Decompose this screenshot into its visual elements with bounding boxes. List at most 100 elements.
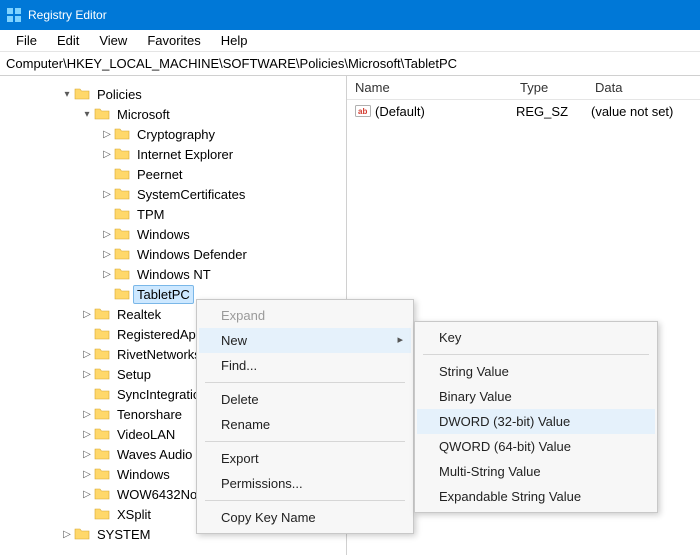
tree-item[interactable]: ▷Windows Defender [0,244,346,264]
folder-icon [114,126,130,142]
ctx-new-key[interactable]: Key [417,325,655,350]
tree-label: VideoLAN [114,426,178,443]
tree-label: XSplit [114,506,154,523]
folder-icon [74,526,90,542]
folder-icon [94,306,110,322]
twisty-icon[interactable]: ▷ [100,229,114,240]
twisty-icon[interactable]: ▷ [100,249,114,260]
folder-icon [114,246,130,262]
tree-item[interactable]: ▷ TPM [0,204,346,224]
menubar: File Edit View Favorites Help [0,30,700,52]
folder-icon [74,86,90,102]
tree-item[interactable]: ▷Peernet [0,164,346,184]
tree-item[interactable]: ▾Microsoft [0,104,346,124]
menu-file[interactable]: File [6,31,47,50]
ctx-separator [205,441,405,442]
tree-item[interactable]: ▾Policies [0,84,346,104]
ctx-copy-key-name[interactable]: Copy Key Name [199,505,411,530]
tree-item[interactable]: ▷ Windows NT [0,264,346,284]
folder-icon [94,106,110,122]
ctx-new-binary[interactable]: Binary Value [417,384,655,409]
folder-icon [114,286,130,302]
twisty-icon: ▷ [80,389,94,400]
folder-icon [114,166,130,182]
tree-label: Waves Audio [114,446,195,463]
ctx-new-qword[interactable]: QWORD (64-bit) Value [417,434,655,459]
twisty-icon[interactable]: ▷ [80,409,94,420]
address-path: Computer\HKEY_LOCAL_MACHINE\SOFTWARE\Pol… [6,56,457,71]
twisty-icon[interactable]: ▷ [80,429,94,440]
value-type: REG_SZ [516,104,591,119]
ctx-new[interactable]: New ▸ [199,328,411,353]
twisty-icon[interactable]: ▾ [80,109,94,120]
folder-icon [94,486,110,502]
ctx-permissions[interactable]: Permissions... [199,471,411,496]
tree-label: Internet Explorer [134,146,236,163]
window-title: Registry Editor [28,8,107,22]
tree-label: Setup [114,366,154,383]
tree-label: RegisteredApp [114,326,206,343]
ctx-new-string[interactable]: String Value [417,359,655,384]
ctx-find[interactable]: Find... [199,353,411,378]
menu-view[interactable]: View [89,31,137,50]
twisty-icon[interactable]: ▷ [80,489,94,500]
folder-icon [94,346,110,362]
ctx-separator [423,354,649,355]
ctx-new-expstring[interactable]: Expandable String Value [417,484,655,509]
string-value-icon: ab [355,103,371,119]
ctx-rename[interactable]: Rename [199,412,411,437]
tree-label: Windows NT [134,266,214,283]
twisty-icon: ▷ [100,209,114,220]
folder-icon [94,446,110,462]
tree-label: SYSTEM [94,526,153,543]
ctx-separator [205,382,405,383]
tree-item[interactable]: ▷Windows [0,224,346,244]
twisty-icon[interactable]: ▷ [80,369,94,380]
tree-label: TabletPC [134,286,193,303]
menu-favorites[interactable]: Favorites [137,31,210,50]
menu-help[interactable]: Help [211,31,258,50]
twisty-icon[interactable]: ▷ [60,529,74,540]
tree-label: RivetNetworks [114,346,204,363]
regedit-icon [6,7,22,23]
address-bar[interactable]: Computer\HKEY_LOCAL_MACHINE\SOFTWARE\Pol… [0,52,700,76]
col-header-type[interactable]: Type [512,80,587,95]
ctx-delete[interactable]: Delete [199,387,411,412]
twisty-icon[interactable]: ▷ [100,189,114,200]
ctx-new-multistring[interactable]: Multi-String Value [417,459,655,484]
tree-label: Realtek [114,306,164,323]
menu-edit[interactable]: Edit [47,31,89,50]
value-name: (Default) [375,104,516,119]
twisty-icon[interactable]: ▷ [100,269,114,280]
twisty-icon: ▷ [80,329,94,340]
tree-item[interactable]: ▷ Internet Explorer [0,144,346,164]
value-data: (value not set) [591,104,700,119]
value-row[interactable]: ab (Default) REG_SZ (value not set) [347,100,700,122]
tree-label: TPM [134,206,167,223]
twisty-icon[interactable]: ▷ [80,449,94,460]
list-header: Name Type Data [347,76,700,100]
twisty-icon: ▷ [80,509,94,520]
twisty-icon[interactable]: ▷ [80,349,94,360]
folder-icon [114,226,130,242]
submenu-arrow-icon: ▸ [397,333,403,346]
tree-label: Windows [114,466,173,483]
ctx-expand: Expand [199,303,411,328]
twisty-icon[interactable]: ▾ [60,89,74,100]
folder-icon [114,146,130,162]
twisty-icon[interactable]: ▷ [100,129,114,140]
ctx-export[interactable]: Export [199,446,411,471]
twisty-icon[interactable]: ▷ [100,149,114,160]
folder-icon [114,206,130,222]
ctx-new-dword[interactable]: DWORD (32-bit) Value [417,409,655,434]
tree-label: Peernet [134,166,186,183]
twisty-icon[interactable]: ▷ [80,469,94,480]
tree-item[interactable]: ▷SystemCertificates [0,184,346,204]
col-header-data[interactable]: Data [587,80,700,95]
tree-item[interactable]: ▷ Cryptography [0,124,346,144]
tree-label: Cryptography [134,126,218,143]
twisty-icon[interactable]: ▷ [80,309,94,320]
ctx-new-label: New [221,333,247,348]
twisty-icon: ▷ [100,289,114,300]
col-header-name[interactable]: Name [347,80,512,95]
